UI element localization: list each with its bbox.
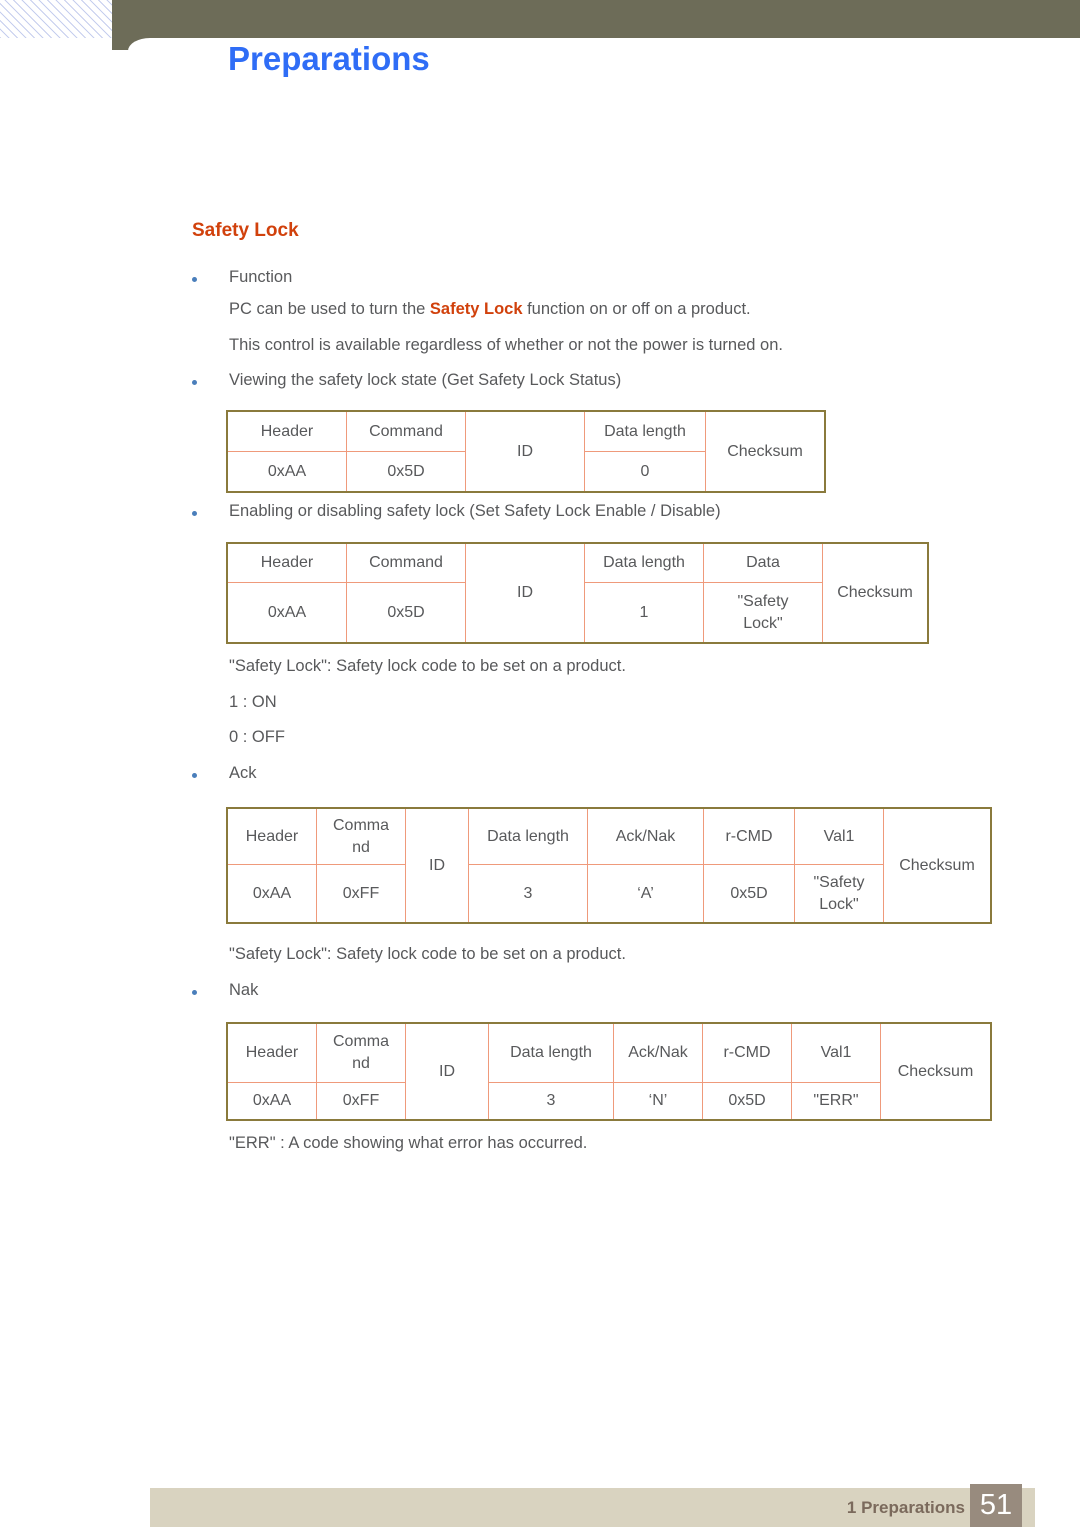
bullet-ack-label: Ack	[229, 764, 257, 782]
cell-ack-nak-value: ‘A’	[587, 864, 704, 924]
cell-command-label-line2: nd	[352, 1055, 370, 1072]
table-row: Header Comma nd ID Data length Ack/Nak r…	[226, 1022, 992, 1121]
note-safety-lock-code-2: "Safety Lock": Safety lock code to be se…	[229, 945, 626, 963]
bullet-enabling-label: Enabling or disabling safety lock (Set S…	[229, 502, 721, 520]
cell-command-label-line1: Comma	[332, 1033, 389, 1051]
cell-command-label: Comma nd	[316, 1022, 406, 1083]
cell-checksum-label: Checksum	[880, 1022, 992, 1121]
cell-command-value: 0x5D	[346, 451, 466, 493]
section-heading-safety-lock: Safety Lock	[192, 220, 299, 241]
bullet-nak-label: Nak	[229, 981, 259, 999]
cell-val1-label: Val1	[791, 1022, 881, 1083]
cell-ack-nak-value: ‘N’	[613, 1082, 703, 1121]
cell-header-label: Header	[226, 807, 317, 865]
bullet-dot-icon	[192, 277, 197, 282]
cell-id-label: ID	[405, 807, 469, 924]
cell-header-value: 0xAA	[226, 1082, 317, 1121]
cell-command-value: 0xFF	[316, 864, 406, 924]
cell-data-length-label: Data length	[468, 807, 588, 865]
page-header-band	[0, 0, 1080, 51]
table-row: Header Command ID Data length Checksum	[226, 410, 826, 493]
cell-command-label: Command	[346, 410, 466, 452]
cell-header-value: 0xAA	[226, 451, 347, 493]
table-nak: Header Comma nd ID Data length Ack/Nak r…	[226, 1022, 992, 1121]
cell-data-value-line2: Lock"	[743, 614, 783, 632]
cell-id-label: ID	[465, 542, 585, 644]
cell-header-value: 0xAA	[226, 582, 347, 644]
table-get-safety-lock-status: Header Command ID Data length Checksum 0…	[226, 410, 826, 493]
cell-checksum-label: Checksum	[705, 410, 826, 493]
bullet-dot-icon	[192, 380, 197, 385]
bullet-dot-icon	[192, 511, 197, 516]
cell-header-label: Header	[226, 1022, 317, 1083]
paragraph-pc-suffix: function on or off on a product.	[522, 300, 751, 318]
bullet-ack: Ack	[192, 764, 257, 783]
bullet-enabling-disabling: Enabling or disabling safety lock (Set S…	[192, 502, 721, 521]
cell-val1-value-line2: Lock"	[819, 895, 859, 913]
cell-val1-value: "ERR"	[791, 1082, 881, 1121]
cell-command-value: 0x5D	[346, 582, 466, 644]
cell-ack-nak-label: Ack/Nak	[587, 807, 704, 865]
note-value-on: 1 : ON	[229, 693, 277, 711]
table-ack: Header Comma nd ID Data length Ack/Nak r…	[226, 807, 992, 924]
table-set-safety-lock-enable-disable: Header Command ID Data length Data Check…	[226, 542, 929, 644]
bullet-dot-icon	[192, 990, 197, 995]
cell-command-label-line2: nd	[352, 838, 370, 856]
cell-data-value: "Safety Lock"	[703, 582, 823, 644]
cell-data-length-value: 1	[584, 582, 704, 644]
footer-chapter-label: 1 Preparations	[846, 1498, 965, 1517]
paragraph-control-available: This control is available regardless of …	[229, 336, 783, 354]
cell-checksum-label: Checksum	[883, 807, 992, 924]
cell-data-value-line1: "Safety	[737, 592, 789, 610]
cell-r-cmd-value: 0x5D	[703, 864, 795, 924]
cell-data-length-value: 3	[488, 1082, 614, 1121]
cell-header-label: Header	[226, 542, 347, 583]
cell-command-label-line1: Comma	[332, 816, 389, 834]
paragraph-pc-prefix: PC can be used to turn the	[229, 300, 430, 318]
table-row: 0xAA 0xFF 3 ‘A’ 0x5D "Safety Lock"	[226, 864, 991, 924]
cell-val1-label: Val1	[794, 807, 884, 865]
page-number-badge: 51	[970, 1484, 1022, 1527]
bullet-viewing-status: Viewing the safety lock state (Get Safet…	[192, 371, 621, 390]
bullet-nak: Nak	[192, 981, 258, 1000]
paragraph-pc-can-be-used: PC can be used to turn the Safety Lock f…	[229, 300, 751, 319]
table-row: Header Comma nd ID Data length Ack/Nak r…	[226, 807, 992, 924]
paragraph-pc-highlight: Safety Lock	[429, 300, 523, 318]
cell-header-value: 0xAA	[226, 864, 317, 924]
cell-val1-value: "Safety Lock"	[794, 864, 884, 924]
cell-data-length-label: Data length	[584, 410, 706, 452]
cell-command-value: 0xFF	[316, 1082, 406, 1121]
cell-data-label: Data	[703, 542, 823, 583]
diagonal-stripe-decoration	[0, 0, 112, 38]
page-number-value: 51	[979, 1489, 1013, 1521]
cell-id-label: ID	[405, 1022, 489, 1121]
cell-data-length-label: Data length	[488, 1022, 614, 1083]
cell-ack-nak-label: Ack/Nak	[613, 1022, 703, 1083]
cell-header-label: Header	[226, 410, 347, 452]
page-title: Preparations	[228, 40, 430, 77]
bullet-function-label: Function	[229, 268, 293, 286]
cell-data-length-value: 3	[468, 864, 588, 924]
note-safety-lock-code-1: "Safety Lock": Safety lock code to be se…	[229, 657, 626, 675]
cell-command-label: Command	[346, 542, 466, 583]
bullet-function: Function	[192, 268, 292, 287]
cell-command-label: Comma nd	[316, 807, 406, 865]
cell-r-cmd-label: r-CMD	[703, 807, 795, 865]
bullet-dot-icon	[192, 773, 197, 778]
table-row: 0xAA 0xFF 3 ‘N’ 0x5D "ERR"	[226, 1082, 991, 1121]
bullet-viewing-label: Viewing the safety lock state (Get Safet…	[229, 371, 622, 389]
table-row: Header Command ID Data length Data Check…	[226, 542, 929, 644]
note-value-off: 0 : OFF	[229, 728, 285, 746]
note-err-description: "ERR" : A code showing what error has oc…	[229, 1134, 588, 1152]
cell-id-label: ID	[465, 410, 585, 493]
olive-header-bar	[112, 0, 1080, 38]
cell-r-cmd-value: 0x5D	[702, 1082, 792, 1121]
cell-data-length-value: 0	[584, 451, 706, 493]
cell-checksum-label: Checksum	[822, 542, 929, 644]
cell-val1-value-line1: "Safety	[813, 873, 865, 891]
cell-data-length-label: Data length	[584, 542, 704, 583]
cell-r-cmd-label: r-CMD	[702, 1022, 792, 1083]
